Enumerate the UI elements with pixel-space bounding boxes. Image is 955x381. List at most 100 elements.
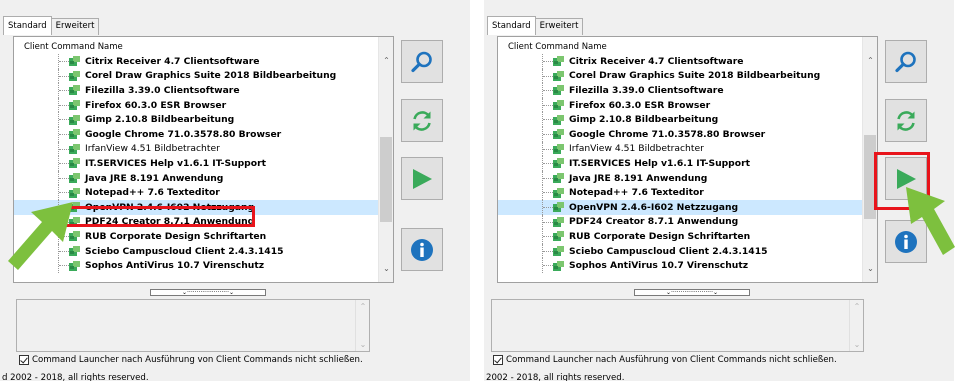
tree-item-label: Notepad++ 7.6 Texteditor [85, 187, 220, 199]
tree-item[interactable]: Sophos AntiVirus 10.7 Virenschutz [498, 258, 864, 273]
package-icon [68, 84, 81, 96]
tree-item-label: Corel Draw Graphics Suite 2018 Bildbearb… [569, 70, 821, 82]
splitter-handle[interactable]: ⌄······················⌄ [634, 289, 750, 296]
left-panel: Standard Erweitert Client Command Name C… [0, 0, 470, 381]
tree-item[interactable]: IT.SERVICES Help v1.6.1 IT-Support [498, 156, 864, 171]
tree-item[interactable]: Citrix Receiver 4.7 Clientsoftware [14, 54, 380, 69]
tree-header: Client Command Name [24, 42, 123, 52]
output-scroll-up-icon[interactable]: ⌃ [850, 302, 864, 311]
tree-item[interactable]: Filezilla 3.39.0 Clientsoftware [498, 83, 864, 98]
tree-item-label: Gimp 2.10.8 Bildbearbeitung [569, 114, 719, 126]
package-icon [68, 187, 81, 199]
tree-item-label: Filezilla 3.39.0 Clientsoftware [569, 84, 724, 96]
tree-item[interactable]: Java JRE 8.191 Anwendung [14, 170, 380, 186]
tree-item-label: Sophos AntiVirus 10.7 Virenschutz [569, 260, 749, 272]
tree-rows: Citrix Receiver 4.7 Clientsoftware Corel … [498, 54, 864, 273]
tree-item[interactable]: Sciebo Campuscloud Client 2.4.3.1415 [498, 243, 864, 259]
scroll-down-icon[interactable]: ⌄ [379, 261, 393, 276]
package-icon [552, 84, 565, 96]
tree-item[interactable]: IT.SERVICES Help v1.6.1 IT-Support [14, 156, 380, 171]
tree-item[interactable]: Notepad++ 7.6 Texteditor [498, 185, 864, 200]
package-icon [552, 143, 565, 155]
tree-item[interactable]: Gimp 2.10.8 Bildbearbeitung [498, 112, 864, 127]
search-button[interactable] [401, 40, 443, 83]
scroll-thumb[interactable] [380, 137, 392, 222]
right-panel: Standard Erweitert Client Command Name C… [484, 0, 954, 381]
tab-standard[interactable]: Standard [3, 16, 52, 35]
tab-erweitert[interactable]: Erweitert [534, 18, 584, 35]
annotation-arrow-icon [8, 202, 73, 270]
run-button[interactable] [401, 157, 443, 200]
output-scrollbar[interactable]: ⌃ ⌄ [355, 300, 369, 351]
package-icon [68, 114, 81, 126]
splitter-handle[interactable]: ⌄······················⌄ [150, 289, 266, 296]
tree-item-label: Sciebo Campuscloud Client 2.4.3.1415 [569, 245, 768, 257]
refresh-button[interactable] [885, 99, 927, 142]
tab-erweitert[interactable]: Erweitert [50, 18, 100, 35]
tree-item[interactable]: Google Chrome 71.0.3578.80 Browser [498, 126, 864, 142]
package-icon [68, 172, 81, 184]
tree-item[interactable]: Firefox 60.3.0 ESR Browser [14, 97, 380, 113]
tree-scrollbar[interactable]: ⌃ ⌄ [378, 37, 393, 282]
tree-item[interactable]: RUB Corporate Design Schriftarten [498, 229, 864, 244]
package-icon [552, 216, 565, 228]
output-scroll-down-icon[interactable]: ⌄ [356, 340, 370, 349]
package-icon [552, 230, 565, 242]
tree-item-label: Google Chrome 71.0.3578.80 Browser [85, 128, 282, 140]
play-icon [413, 168, 432, 189]
tree-item[interactable]: Corel Draw Graphics Suite 2018 Bildbearb… [498, 68, 864, 84]
tree-item[interactable]: Google Chrome 71.0.3578.80 Browser [14, 126, 380, 142]
output-scroll-down-icon[interactable]: ⌄ [850, 340, 864, 349]
tree-item[interactable]: Firefox 60.3.0 ESR Browser [498, 97, 864, 113]
scroll-down-icon[interactable]: ⌄ [863, 261, 877, 276]
package-icon [552, 187, 565, 199]
client-command-tree[interactable]: Client Command Name Citrix Receiver 4.7 … [497, 36, 878, 283]
tree-item[interactable]: Notepad++ 7.6 Texteditor [14, 185, 380, 200]
package-icon [68, 143, 81, 155]
output-scroll-up-icon[interactable]: ⌃ [356, 302, 370, 311]
keep-open-label: Command Launcher nach Ausführung von Cli… [506, 355, 837, 365]
tree-item[interactable]: IrfanView 4.51 Bildbetrachter [14, 141, 380, 157]
package-icon [552, 128, 565, 140]
refresh-button[interactable] [401, 99, 443, 142]
package-icon [552, 99, 565, 111]
tree-item[interactable]: Citrix Receiver 4.7 Clientsoftware [498, 54, 864, 69]
tree-header: Client Command Name [508, 42, 607, 52]
tree-item-label: Google Chrome 71.0.3578.80 Browser [569, 128, 766, 140]
tree-item[interactable]: Java JRE 8.191 Anwendung [498, 170, 864, 186]
package-icon [552, 70, 565, 82]
package-icon [552, 245, 565, 257]
refresh-icon [897, 110, 915, 131]
tree-item[interactable]: Filezilla 3.39.0 Clientsoftware [14, 83, 380, 98]
package-icon [552, 157, 565, 169]
tree-item[interactable]: OpenVPN 2.4.6-I602 Netzzugang [498, 199, 864, 215]
tab-standard[interactable]: Standard [487, 16, 536, 35]
tree-item[interactable]: Gimp 2.10.8 Bildbearbeitung [14, 112, 380, 127]
tree-item-label: PDF24 Creator 8.7.1 Anwendung [569, 216, 739, 228]
search-icon [895, 51, 916, 72]
tree-item-label: Sciebo Campuscloud Client 2.4.3.1415 [85, 245, 284, 257]
tree-item-label: Java JRE 8.191 Anwendung [569, 172, 708, 184]
tree-item[interactable]: Corel Draw Graphics Suite 2018 Bildbearb… [14, 68, 380, 84]
output-scrollbar[interactable]: ⌃ ⌄ [849, 300, 863, 351]
info-button[interactable] [401, 228, 443, 271]
tree-item-label: Citrix Receiver 4.7 Clientsoftware [85, 55, 260, 67]
tree-item[interactable]: IrfanView 4.51 Bildbetrachter [498, 141, 864, 157]
package-icon [68, 128, 81, 140]
keep-open-checkbox[interactable] [493, 355, 503, 365]
tree-item-label: Notepad++ 7.6 Texteditor [569, 187, 704, 199]
copyright-text: d 2002 - 2018, all rights reserved. [2, 373, 149, 381]
package-icon [552, 55, 565, 67]
tree-item-label: RUB Corporate Design Schriftarten [85, 230, 267, 242]
package-icon [68, 99, 81, 111]
keep-open-option[interactable]: Command Launcher nach Ausführung von Cli… [19, 355, 363, 365]
scroll-up-icon[interactable]: ⌃ [863, 53, 877, 68]
output-area[interactable]: ⌃ ⌄ [491, 299, 864, 352]
keep-open-checkbox[interactable] [19, 355, 29, 365]
tree-item[interactable]: PDF24 Creator 8.7.1 Anwendung [498, 214, 864, 230]
scroll-up-icon[interactable]: ⌃ [379, 53, 393, 68]
output-area[interactable]: ⌃ ⌄ [16, 299, 370, 352]
tree-item-label: IT.SERVICES Help v1.6.1 IT-Support [569, 157, 750, 169]
keep-open-option[interactable]: Command Launcher nach Ausführung von Cli… [493, 355, 837, 365]
search-button[interactable] [885, 40, 927, 83]
